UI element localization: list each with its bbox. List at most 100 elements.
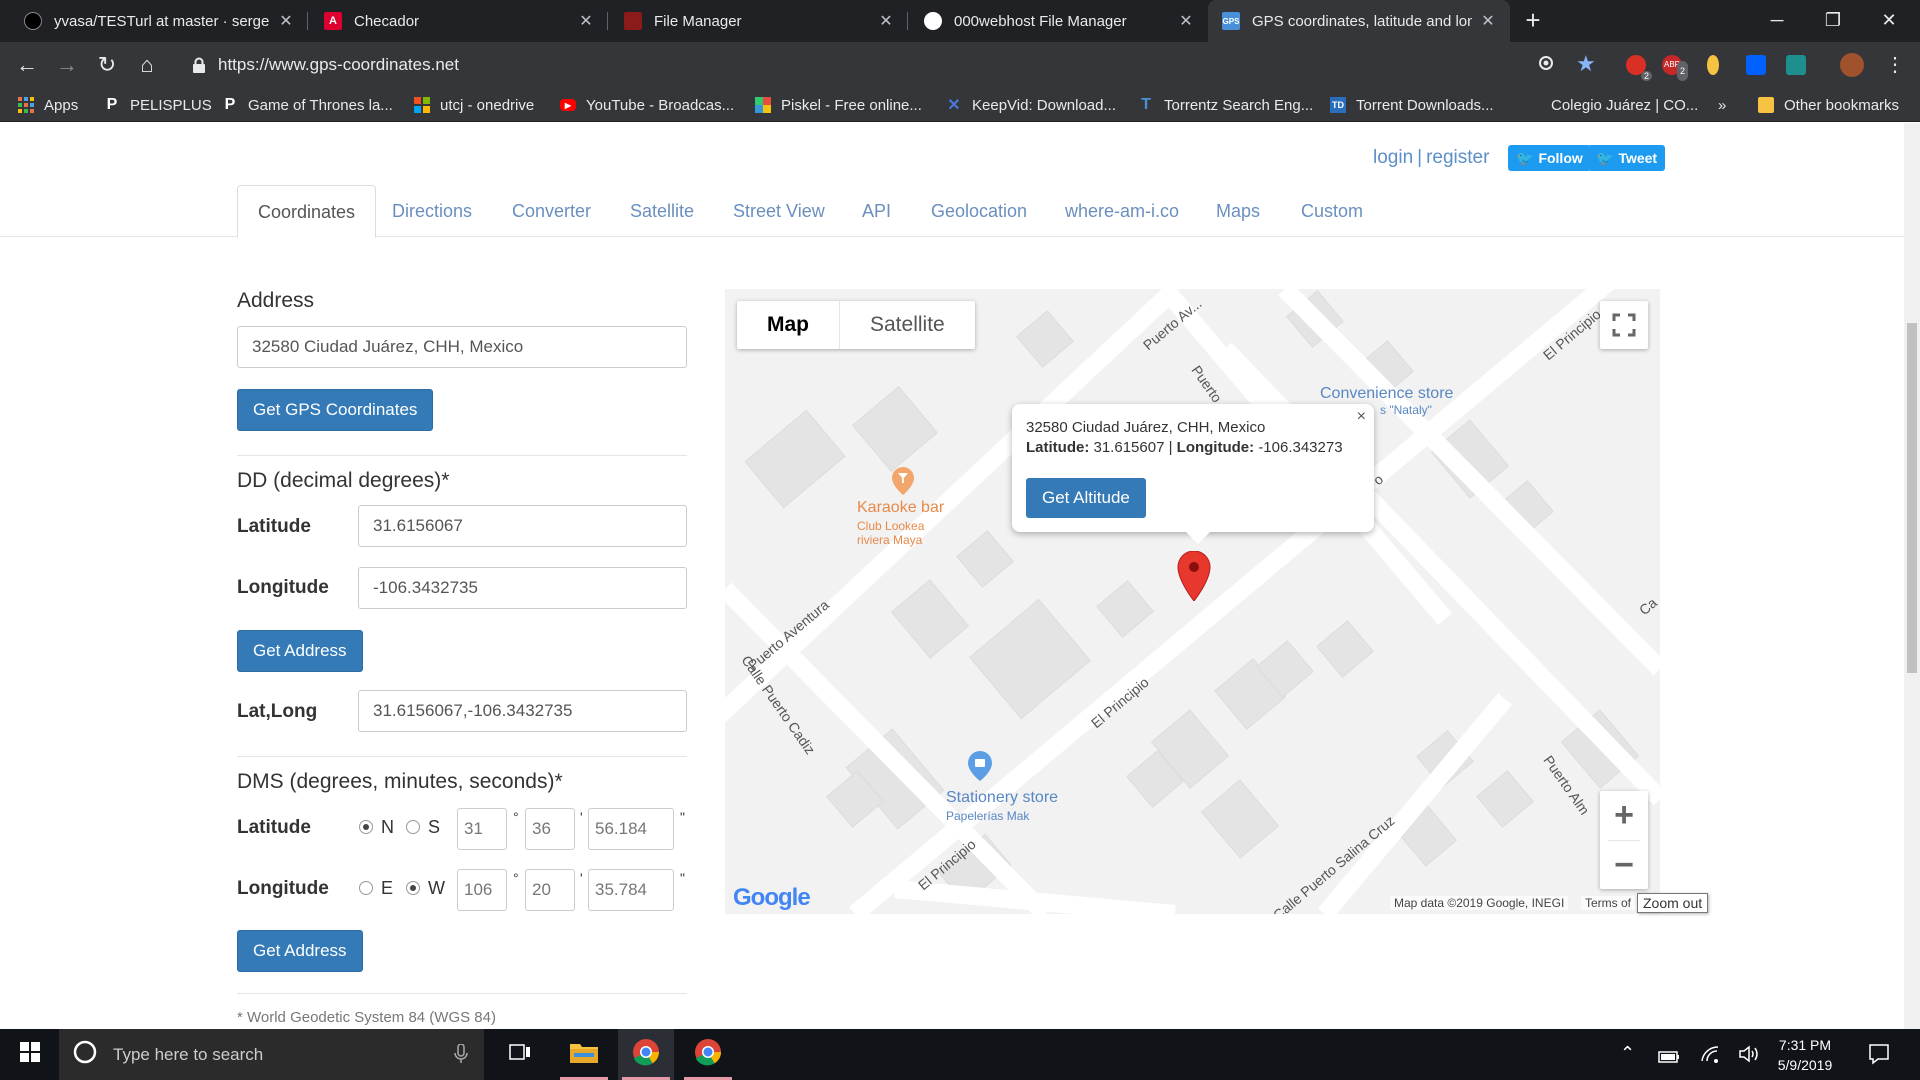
new-tab-button[interactable]: + xyxy=(1518,6,1548,36)
address-input[interactable]: 32580 Ciudad Juárez, CHH, Mexico xyxy=(237,326,687,368)
adblock-icon[interactable]: ABP 2 xyxy=(1662,55,1688,81)
tab-geolocation[interactable]: Geolocation xyxy=(911,185,1047,237)
tab-satellite[interactable]: Satellite xyxy=(610,185,714,237)
task-view-button[interactable] xyxy=(492,1029,548,1080)
get-address-button[interactable]: Get Address xyxy=(237,630,363,672)
extension-red-icon[interactable]: 2 xyxy=(1626,55,1652,81)
location-icon[interactable] xyxy=(1536,53,1556,78)
page-scrollbar[interactable] xyxy=(1904,123,1920,1029)
bookmark-star-icon[interactable]: ★ xyxy=(1576,51,1596,77)
latlong-input[interactable]: 31.6156067,-106.3432735 xyxy=(358,690,687,732)
notifications-icon[interactable] xyxy=(1868,1043,1890,1070)
dms-lon-minutes[interactable]: 20 xyxy=(525,869,575,911)
radio-north[interactable] xyxy=(359,820,373,834)
taskbar-clock[interactable]: 7:31 PM 5/9/2019 xyxy=(1765,1035,1845,1075)
tab-converter[interactable]: Converter xyxy=(492,185,611,237)
p-icon: P xyxy=(106,96,118,113)
menu-kebab-icon[interactable]: ⋮ xyxy=(1880,50,1910,80)
extension-teal-icon[interactable] xyxy=(1786,55,1806,75)
close-tab-icon[interactable]: ✕ xyxy=(878,11,894,31)
login-link[interactable]: login xyxy=(1373,147,1413,168)
tab-api[interactable]: API xyxy=(842,185,911,237)
address-bar[interactable]: https://www.gps-coordinates.net xyxy=(180,48,1570,82)
tab-github[interactable]: yvasa/TESTurl at master · sergeii- ✕ xyxy=(10,0,308,42)
bookmark-torrentz[interactable]: T Torrentz Search Eng... xyxy=(1138,88,1313,122)
close-tab-icon[interactable]: ✕ xyxy=(578,11,594,31)
latitude-input[interactable]: 31.6156067 xyxy=(358,505,687,547)
tab-directions[interactable]: Directions xyxy=(372,185,492,237)
longitude-input[interactable]: -106.3432735 xyxy=(358,567,687,609)
bookmark-keepvid[interactable]: ✕ KeepVid: Download... xyxy=(946,88,1116,122)
zoom-out-button[interactable]: − xyxy=(1600,841,1648,890)
dms-lat-minutes[interactable]: 36 xyxy=(525,808,575,850)
chrome-taskbar-button-2[interactable] xyxy=(680,1029,736,1080)
tab-000webhost[interactable]: 000webhost File Manager ✕ xyxy=(910,0,1208,42)
terms-link[interactable]: Terms of xyxy=(1581,896,1636,910)
tab-where-am-i[interactable]: where-am-i.co xyxy=(1045,185,1199,237)
windows-start-button[interactable] xyxy=(2,1029,58,1080)
dropbox-icon[interactable] xyxy=(1746,55,1766,75)
bookmark-piskel[interactable]: Piskel - Free online... xyxy=(755,88,922,122)
bookmark-youtube[interactable]: ▶ YouTube - Broadcas... xyxy=(560,88,734,122)
radio-south[interactable] xyxy=(406,820,420,834)
bookmark-torrent-downloads[interactable]: TD Torrent Downloads... xyxy=(1330,88,1494,122)
back-button[interactable]: ← xyxy=(12,50,42,80)
microphone-icon[interactable] xyxy=(454,1043,468,1069)
bookmark-pelisplus[interactable]: P PELISPLUS xyxy=(104,88,212,122)
taskbar-search[interactable]: Type here to search xyxy=(59,1029,484,1080)
radio-west[interactable] xyxy=(406,881,420,895)
map-type-satellite[interactable]: Satellite xyxy=(840,301,975,349)
dms-lat-degrees[interactable]: 31 xyxy=(457,808,507,850)
scrollbar-thumb[interactable] xyxy=(1907,323,1917,673)
zoom-in-button[interactable]: + xyxy=(1600,791,1648,840)
forward-button[interactable]: → xyxy=(52,50,82,80)
reload-button[interactable]: ↻ xyxy=(92,50,122,80)
info-window: 32580 Ciudad Juárez, CHH, Mexico Latitud… xyxy=(1012,404,1374,544)
register-link[interactable]: register xyxy=(1426,147,1489,168)
wifi-icon[interactable] xyxy=(1700,1045,1720,1068)
radio-east[interactable] xyxy=(359,881,373,895)
get-altitude-button[interactable]: Get Altitude xyxy=(1026,478,1146,518)
bookmark-colegio-juarez[interactable]: Colegio Juárez | CO... xyxy=(1551,88,1698,122)
bookmarks-overflow-button[interactable]: » xyxy=(1718,88,1726,122)
tab-maps[interactable]: Maps xyxy=(1196,185,1280,237)
info-window-close-icon[interactable]: × xyxy=(1357,408,1366,426)
tab-custom[interactable]: Custom xyxy=(1281,185,1383,237)
bookmark-game-of-thrones[interactable]: P Game of Thrones la... xyxy=(222,88,393,122)
tab-coordinates[interactable]: Coordinates xyxy=(237,185,377,238)
twitter-follow-button[interactable]: 🐦 Follow xyxy=(1508,145,1591,171)
other-bookmarks[interactable]: Other bookmarks xyxy=(1758,88,1899,122)
fullscreen-button[interactable] xyxy=(1600,301,1648,349)
get-address-dms-button[interactable]: Get Address xyxy=(237,930,363,972)
restore-button[interactable]: ❐ xyxy=(1805,0,1861,42)
tab-street-view[interactable]: Street View xyxy=(713,185,845,237)
battery-icon[interactable] xyxy=(1658,1047,1680,1068)
tab-gps-coordinates[interactable]: GPS GPS coordinates, latitude and lon ✕ xyxy=(1208,0,1510,42)
chevron-up-icon[interactable]: ⌃ xyxy=(1620,1043,1635,1064)
tab-file-manager[interactable]: File Manager ✕ xyxy=(610,0,908,42)
map-type-map[interactable]: Map xyxy=(737,301,840,349)
dms-lon-seconds[interactable]: 35.784 xyxy=(588,869,674,911)
close-window-button[interactable]: ✕ xyxy=(1861,0,1917,42)
profile-avatar[interactable] xyxy=(1840,53,1864,77)
minimize-button[interactable]: ─ xyxy=(1749,0,1805,42)
tweet-button[interactable]: 🐦 Tweet xyxy=(1588,145,1666,171)
chrome-taskbar-button[interactable] xyxy=(618,1029,674,1080)
extension-yellow-icon[interactable] xyxy=(1707,55,1719,75)
close-tab-icon[interactable]: ✕ xyxy=(278,11,294,31)
get-gps-coordinates-button[interactable]: Get GPS Coordinates xyxy=(237,389,434,431)
bookmark-apps[interactable]: Apps xyxy=(18,88,78,122)
dms-lat-seconds[interactable]: 56.184 xyxy=(588,808,674,850)
close-tab-icon[interactable]: ✕ xyxy=(1480,11,1496,31)
tab-checador[interactable]: A Checador ✕ xyxy=(310,0,608,42)
divider xyxy=(237,993,687,994)
close-tab-icon[interactable]: ✕ xyxy=(1178,11,1194,31)
bookmark-utcj-onedrive[interactable]: utcj - onedrive xyxy=(414,88,534,122)
home-button[interactable]: ⌂ xyxy=(132,50,162,80)
file-explorer-button[interactable] xyxy=(556,1029,612,1080)
dms-lon-degrees[interactable]: 106 xyxy=(457,869,507,911)
volume-icon[interactable] xyxy=(1738,1044,1760,1069)
url-text: https://www.gps-coordinates.net xyxy=(218,55,459,74)
location-marker-icon[interactable] xyxy=(1177,550,1211,606)
google-map[interactable]: rtu Puerto Av... Puerto Alme El Principi… xyxy=(725,289,1660,914)
